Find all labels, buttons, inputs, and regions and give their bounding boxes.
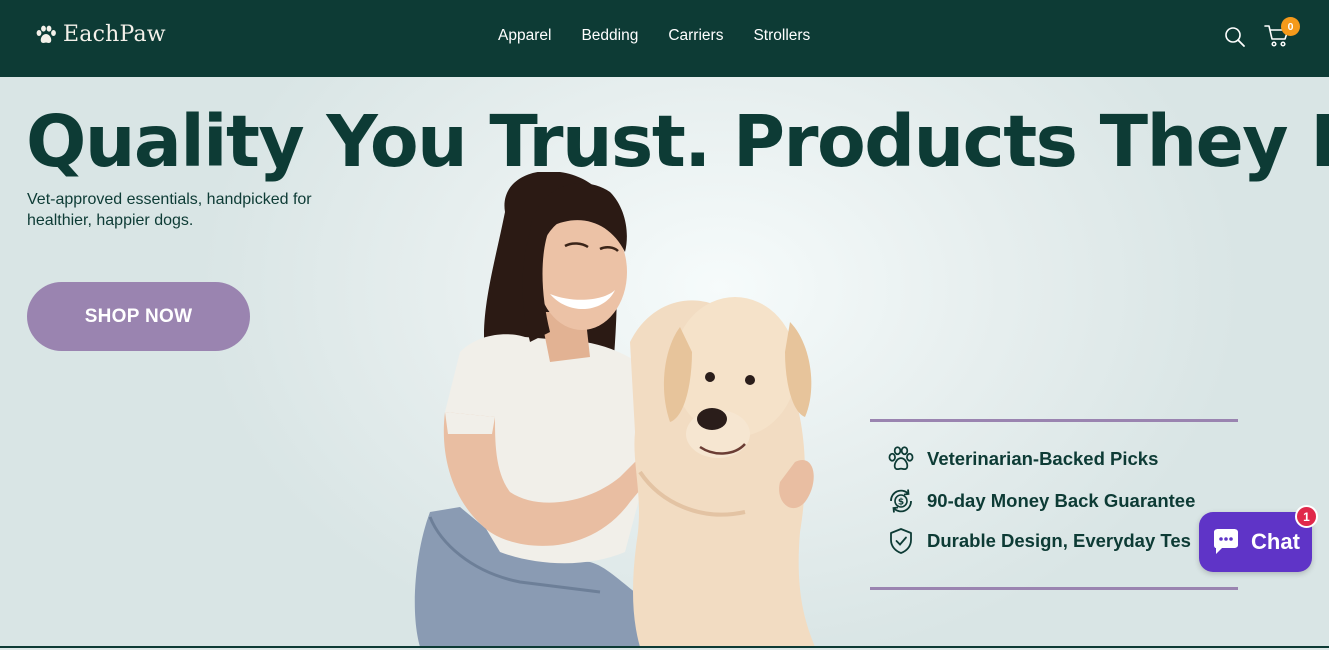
feature-item: $ 90-day Money Back Guarantee (887, 487, 1195, 515)
feature-label-vet: Veterinarian-Backed Picks (927, 448, 1159, 469)
shop-now-button[interactable]: SHOP NOW (27, 282, 250, 351)
feature-item: Veterinarian-Backed Picks (887, 445, 1158, 473)
logo-text: EachPaw (63, 22, 166, 47)
paw-logo-icon (36, 25, 56, 43)
nav-item-strollers[interactable]: Strollers (753, 27, 810, 45)
nav-item-bedding[interactable]: Bedding (581, 27, 638, 45)
main-nav: Apparel Bedding Carriers Strollers (498, 27, 810, 45)
hero-banner: Quality You Trust. Products They Love. V… (0, 77, 1329, 647)
search-icon[interactable] (1224, 26, 1246, 48)
shield-check-icon (887, 527, 915, 555)
svg-text:$: $ (898, 498, 904, 508)
chat-bubble-icon (1214, 529, 1239, 554)
cart-count-badge: 0 (1281, 17, 1300, 36)
nav-item-apparel[interactable]: Apparel (498, 27, 551, 45)
feature-label-money-back: 90-day Money Back Guarantee (927, 490, 1196, 511)
hero-headline: Quality You Trust. Products They Love. (26, 100, 1329, 183)
features-bottom-divider (870, 587, 1238, 590)
nav-item-carriers[interactable]: Carriers (668, 27, 723, 45)
features-top-divider (870, 419, 1238, 422)
page-bottom-divider (0, 646, 1329, 648)
chat-notification-badge: 1 (1295, 505, 1318, 528)
site-header: EachPaw Apparel Bedding Carriers Strolle… (0, 0, 1329, 77)
feature-item: Durable Design, Everyday Tes (887, 527, 1191, 555)
chat-label: Chat (1251, 529, 1300, 554)
money-back-icon: $ (887, 487, 915, 515)
paw-icon (887, 445, 915, 473)
hero-photo-woman-with-dog (414, 172, 815, 647)
hero-subcopy: Vet-approved essentials, handpicked for … (27, 191, 312, 229)
feature-label-durable: Durable Design, Everyday Tes (927, 530, 1191, 551)
logo[interactable]: EachPaw (35, 22, 166, 47)
